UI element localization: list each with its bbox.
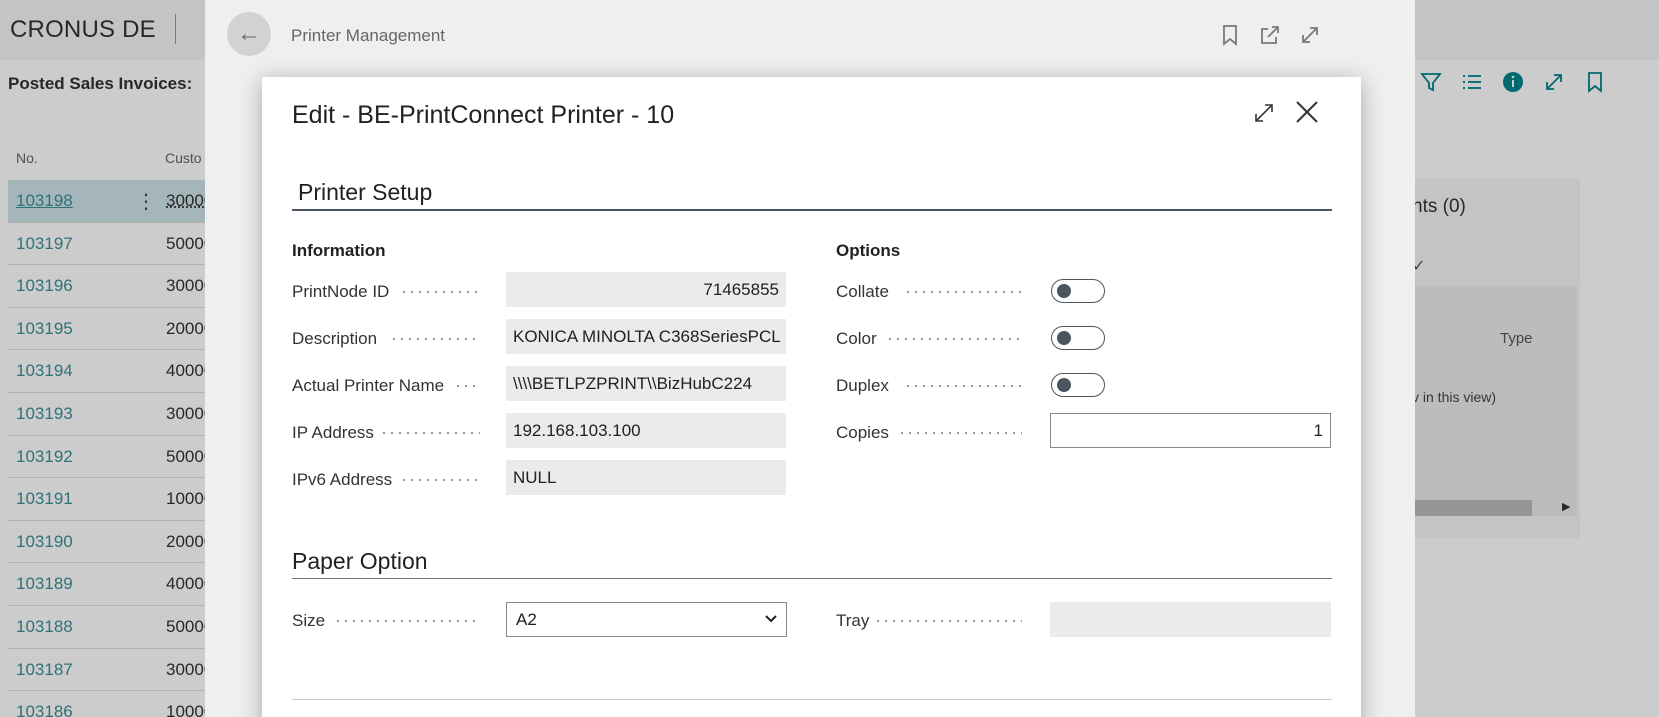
- duplex-label: Duplex: [836, 376, 889, 395]
- color-label: Color: [836, 329, 877, 348]
- description-label: Description: [292, 329, 378, 348]
- bookmark-icon[interactable]: [1217, 22, 1243, 48]
- section-divider: [292, 209, 1332, 211]
- size-select[interactable]: A2: [506, 602, 787, 637]
- expand-icon: [1255, 104, 1273, 122]
- section-divider: [292, 578, 1332, 579]
- section-paper-option[interactable]: Paper Option: [292, 548, 428, 575]
- group-information: Information: [292, 241, 386, 260]
- field-leader: [454, 384, 480, 388]
- toggle-knob: [1057, 378, 1071, 392]
- duplex-toggle[interactable]: [1051, 373, 1105, 397]
- description-field[interactable]: KONICA MINOLTA C368SeriesPCL: [506, 319, 786, 354]
- dialog-title: Edit - BE-PrintConnect Printer - 10: [292, 101, 675, 129]
- edit-printer-dialog: Edit - BE-PrintConnect Printer - 10 Prin…: [262, 77, 1361, 717]
- field-leader: [886, 337, 1022, 341]
- printnode-id-field[interactable]: 71465855: [506, 272, 786, 307]
- actual-printer-name-field[interactable]: \\\\BETLPZPRINT\\BizHubC224: [506, 366, 786, 401]
- close-button[interactable]: [1290, 95, 1324, 129]
- field-leader: [380, 431, 480, 435]
- field-leader: [400, 290, 480, 294]
- printnode-id-label: PrintNode ID: [292, 282, 390, 301]
- toggle-knob: [1057, 284, 1071, 298]
- color-toggle[interactable]: [1051, 326, 1105, 350]
- chevron-down-icon: [764, 603, 778, 648]
- close-icon: [1296, 101, 1318, 123]
- group-options: Options: [836, 241, 901, 260]
- field-leader: [400, 478, 480, 482]
- back-button[interactable]: ←: [227, 12, 271, 56]
- collate-toggle[interactable]: [1051, 279, 1105, 303]
- expand-button[interactable]: [1250, 99, 1278, 127]
- tray-field[interactable]: [1050, 602, 1331, 637]
- arrow-left-icon: ←: [237, 20, 261, 47]
- field-leader: [898, 431, 1022, 435]
- toggle-knob: [1057, 331, 1071, 345]
- copies-input[interactable]: 1: [1050, 413, 1331, 448]
- expand-icon[interactable]: [1297, 22, 1323, 48]
- field-leader: [904, 384, 1022, 388]
- ipv6-address-label: IPv6 Address: [292, 470, 393, 489]
- field-leader: [874, 619, 1022, 623]
- ipv6-address-field[interactable]: NULL: [506, 460, 786, 495]
- section-divider: [292, 699, 1332, 700]
- field-leader: [904, 290, 1022, 294]
- ip-address-field[interactable]: 192.168.103.100: [506, 413, 786, 448]
- field-leader: [334, 619, 480, 623]
- ip-address-label: IP Address: [292, 423, 374, 442]
- panel-title: Printer Management: [291, 26, 446, 45]
- actual-printer-name-label: Actual Printer Name: [292, 376, 445, 395]
- copies-label: Copies: [836, 423, 889, 442]
- open-in-new-window-icon[interactable]: [1257, 22, 1283, 48]
- collate-label: Collate: [836, 282, 889, 301]
- size-label: Size: [292, 611, 326, 630]
- section-printer-setup[interactable]: Printer Setup: [298, 179, 432, 206]
- tray-label: Tray: [836, 611, 870, 630]
- size-select-value: A2: [516, 610, 537, 629]
- field-leader: [390, 337, 480, 341]
